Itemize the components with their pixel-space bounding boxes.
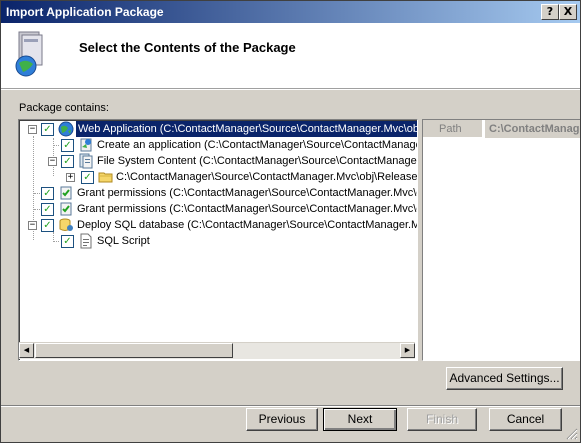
app-icon: [80, 138, 92, 152]
horizontal-scrollbar[interactable]: ◀ ▶: [19, 342, 415, 359]
scroll-thumb[interactable]: [35, 343, 233, 358]
footer-divider-highlight: [1, 406, 580, 407]
grant-permissions-checkbox[interactable]: ✓: [41, 203, 54, 216]
tree-line: [34, 193, 40, 194]
permissions-icon: [60, 186, 72, 200]
tree-node-label: File System Content (C:\ContactManager\S…: [97, 155, 417, 167]
next-button[interactable]: Next: [323, 408, 397, 431]
cancel-button[interactable]: Cancel: [489, 408, 562, 431]
permissions-icon: [60, 202, 72, 216]
tree-node-package-folder[interactable]: + ✓ C:\ContactManager\Source\ContactMana…: [19, 169, 417, 185]
web-application-checkbox[interactable]: ✓: [41, 123, 54, 136]
tree-node-label: Deploy SQL database (C:\ContactManager\S…: [77, 219, 417, 231]
property-value-path[interactable]: C:\ContactManager\Source\ContactManager.…: [485, 120, 580, 139]
tree-node-label: C:\ContactManager\Source\ContactManager.…: [116, 171, 418, 183]
tree-node-sql-script[interactable]: ✓ SQL Script: [19, 233, 417, 249]
page-heading: Select the Contents of the Package: [79, 40, 296, 55]
collapse-toggle[interactable]: −: [28, 125, 37, 134]
window-title: Import Application Package: [6, 5, 164, 19]
sql-script-checkbox[interactable]: ✓: [61, 235, 74, 248]
tree-line: [54, 145, 59, 146]
scroll-left-button[interactable]: ◀: [19, 343, 34, 358]
tree-node-grant-permissions[interactable]: ✓ Grant permissions (C:\ContactManager\S…: [19, 185, 417, 201]
finish-button[interactable]: Finish: [407, 408, 477, 431]
property-key-path: Path: [423, 120, 483, 138]
folder-icon: [98, 172, 113, 183]
resize-grip-icon[interactable]: [566, 428, 578, 440]
help-button[interactable]: ?: [541, 4, 559, 20]
advanced-settings-button[interactable]: Advanced Settings...: [446, 367, 563, 390]
collapse-toggle[interactable]: −: [48, 157, 57, 166]
create-application-checkbox[interactable]: ✓: [61, 139, 74, 152]
properties-grid[interactable]: Path C:\ContactManager\Source\ContactMan…: [422, 119, 580, 361]
filesystem-icon: [79, 153, 93, 169]
globe-icon: [58, 121, 74, 137]
script-icon: [80, 233, 92, 249]
package-contains-label: Package contains:: [19, 102, 109, 114]
import-package-dialog: Import Application Package ? X Select th…: [0, 0, 581, 443]
tree-node-grant-permissions[interactable]: ✓ Grant permissions (C:\ContactManager\S…: [19, 201, 417, 217]
wizard-header: Select the Contents of the Package: [1, 23, 580, 89]
tree-node-web-application[interactable]: − ✓ Web Application (C:\ContactManager\S…: [19, 121, 417, 137]
title-bar[interactable]: Import Application Package ? X: [1, 1, 580, 23]
database-icon: [59, 218, 73, 231]
file-system-content-checkbox[interactable]: ✓: [61, 155, 74, 168]
expand-toggle[interactable]: +: [66, 173, 75, 182]
tree-line: [54, 241, 59, 242]
tree-node-label: SQL Script: [97, 235, 150, 247]
tree-node-deploy-sql[interactable]: − ✓ Deploy SQL database (C:\ContactManag…: [19, 217, 417, 233]
grant-permissions-checkbox[interactable]: ✓: [41, 187, 54, 200]
deploy-sql-checkbox[interactable]: ✓: [41, 219, 54, 232]
package-tree[interactable]: − ✓ Web Application (C:\ContactManager\S…: [18, 119, 418, 361]
tree-line: [34, 209, 40, 210]
scroll-right-button[interactable]: ▶: [400, 343, 415, 358]
tree-node-label: Web Application (C:\ContactManager\Sourc…: [76, 121, 417, 137]
close-button[interactable]: X: [559, 4, 577, 20]
tree-node-label: Create an application (C:\ContactManager…: [97, 139, 417, 151]
tree-node-create-application[interactable]: ✓ Create an application (C:\ContactManag…: [19, 137, 417, 153]
header-divider: [1, 89, 580, 90]
tree-node-file-system-content[interactable]: − ✓ File System Content (C:\ContactManag…: [19, 153, 417, 169]
tree-node-label: Grant permissions (C:\ContactManager\Sou…: [77, 187, 417, 199]
previous-button[interactable]: Previous: [246, 408, 318, 431]
collapse-toggle[interactable]: −: [28, 221, 37, 230]
package-folder-checkbox[interactable]: ✓: [81, 171, 94, 184]
package-logo-icon: [15, 31, 43, 77]
tree-node-label: Grant permissions (C:\ContactManager\Sou…: [77, 203, 417, 215]
